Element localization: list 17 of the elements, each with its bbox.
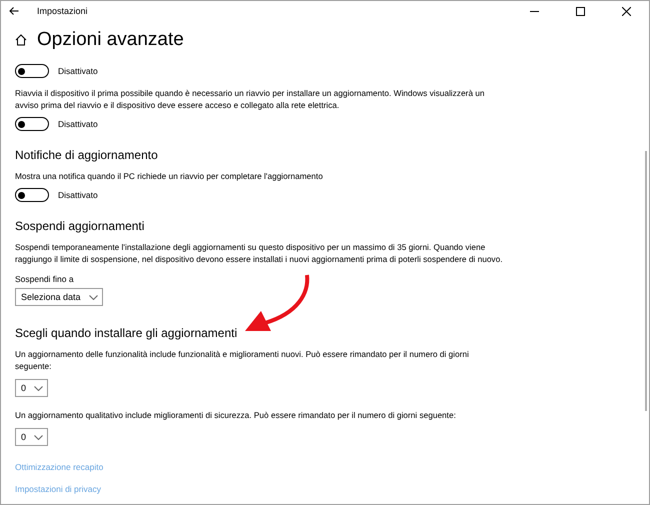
dropdown[interactable]: 0: [15, 428, 48, 446]
section-heading: Sospendi aggiornamenti: [15, 219, 144, 233]
toggle-label: Disattivato: [58, 190, 98, 200]
description-text: Un aggiornamento delle funzionalità include funzionalità e miglioramenti nuovi. Può essere rimandato per il numero di giorni seguente:: [15, 348, 470, 372]
dropdown[interactable]: 0: [15, 379, 48, 397]
toggle-label: Disattivato: [58, 66, 98, 76]
section-heading: Notifiche di aggiornamento: [15, 148, 158, 162]
toggle-label: Disattivato: [58, 119, 98, 129]
dropdown[interactable]: Seleziona data: [15, 288, 103, 306]
description-text: Mostra una notifica quando il PC richiede un riavvio per completare l'aggiornamento: [15, 170, 324, 182]
description-text: Un aggiornamento qualitativo include miglioramenti di sicurezza. Può essere rimandato per il numero di giorni seguente:: [15, 409, 457, 421]
description-text: Sospendi temporaneamente l'installazione degli aggiornamenti su questo dispositivo per un massimo di 35 giorni. Quando viene raggiungo il limite di sospensione, nel dispositivo devono essere installati i nuovi aggiornamenti prima di poterli sospendere di nuovo.: [15, 241, 504, 265]
section-heading: Scegli quando installare gli aggiornamenti: [15, 326, 238, 340]
page-title: Opzioni avanzate: [37, 29, 184, 51]
window-title: Impostazioni: [37, 6, 89, 16]
field-label: Sospendi fino a: [15, 274, 74, 284]
description-text: Riavvia il dispositivo il prima possibile quando è necessario un riavvio per installare un aggiornamento. Windows visualizzerà un avviso prima del riavvio e il dispositivo deve essere acceso e collegato alla rete elettrica.: [15, 87, 486, 111]
